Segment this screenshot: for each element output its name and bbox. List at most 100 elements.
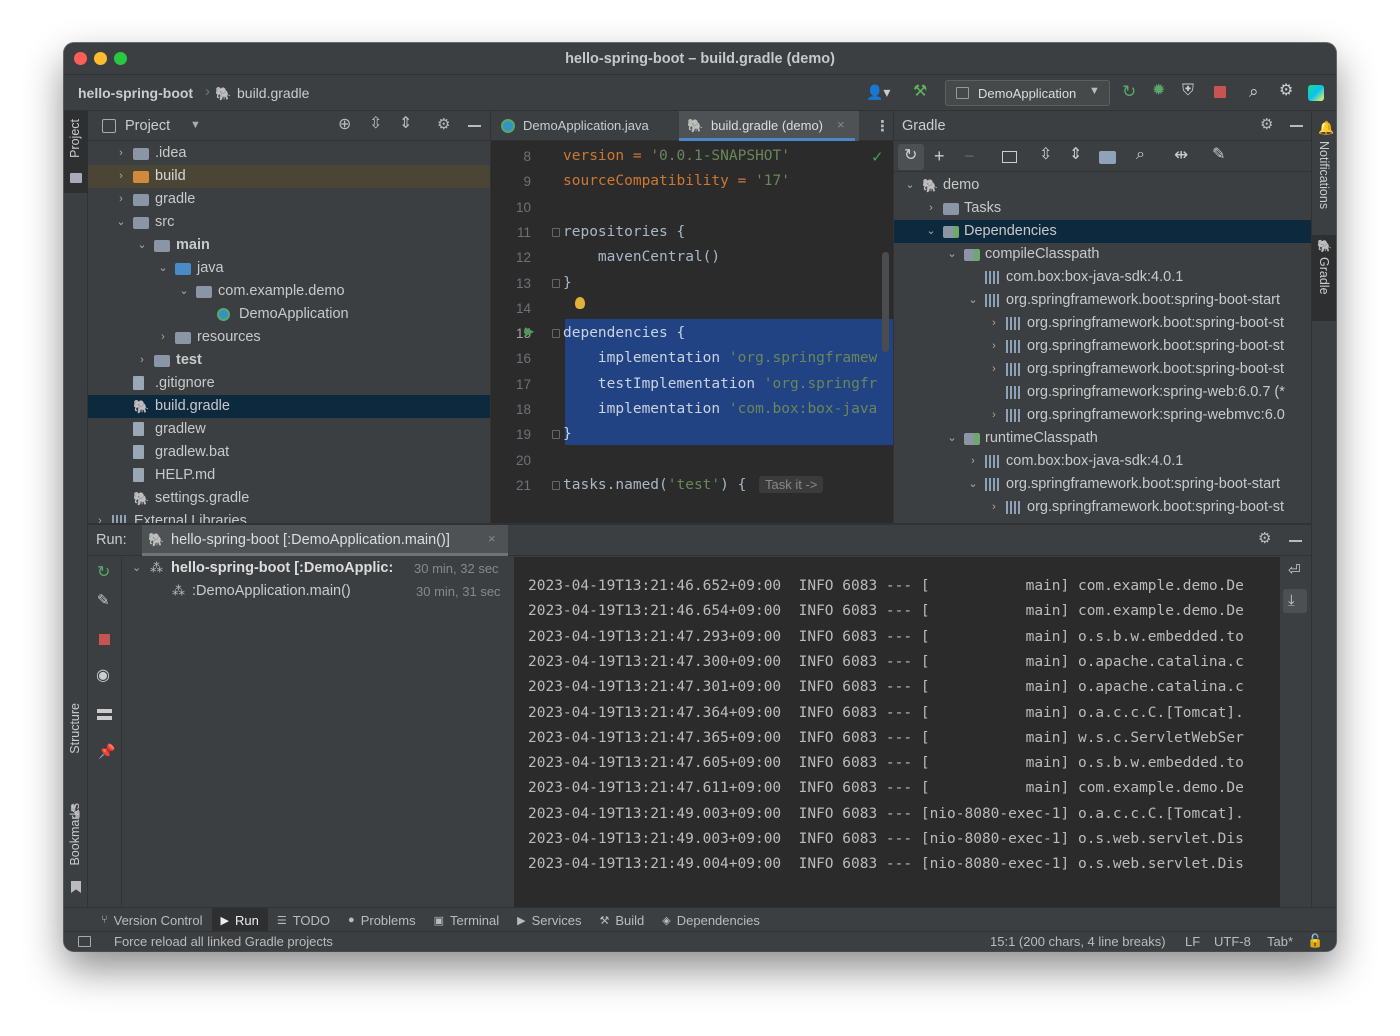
collapse-all-icon[interactable]: ⇕ xyxy=(399,116,412,132)
project-tree-item[interactable]: › External Libraries xyxy=(88,510,490,523)
pane-settings-gear-icon[interactable]: ⚙ xyxy=(1260,117,1273,132)
project-tree-item[interactable]: ⌄ src xyxy=(88,211,490,234)
fold-marker-icon[interactable] xyxy=(552,278,560,288)
chevron-right-icon[interactable]: › xyxy=(988,312,1000,335)
stripe-gradle-button[interactable]: 🐘 Gradle xyxy=(1312,235,1336,321)
tool-tab-services[interactable]: ▶ Services xyxy=(508,908,590,932)
chevron-down-icon[interactable]: ⌄ xyxy=(904,174,916,197)
stop-icon[interactable] xyxy=(99,634,110,645)
expand-all-icon[interactable]: ⇳ xyxy=(1039,147,1052,163)
execute-task-icon[interactable] xyxy=(1002,151,1017,163)
project-tree-item[interactable]: ⌄ com.example.demo xyxy=(88,280,490,303)
chevron-down-icon[interactable]: ⌄ xyxy=(967,289,979,312)
chevron-down-icon[interactable]: ⌄ xyxy=(178,280,190,303)
toggle-offline-icon[interactable]: ⇹ xyxy=(1174,146,1188,163)
expand-all-icon[interactable]: ⇳ xyxy=(369,116,382,132)
gradle-tree-item[interactable]: › com.box:box-java-sdk:4.0.1 xyxy=(894,450,1311,473)
chevron-down-icon[interactable]: ⌄ xyxy=(967,473,979,496)
rerun-icon[interactable]: ↻ xyxy=(1122,83,1136,100)
chevron-right-icon[interactable]: › xyxy=(115,165,127,188)
gradle-tree-item[interactable]: ⌄ org.springframework.boot:spring-boot-st… xyxy=(894,289,1311,312)
notifications-bell-icon[interactable]: 🔔 xyxy=(1318,121,1334,134)
inspection-ok-icon[interactable]: ✓ xyxy=(871,148,884,166)
soft-wrap-icon[interactable]: ⏎ xyxy=(1288,563,1301,578)
fold-marker-icon[interactable] xyxy=(552,329,560,339)
breadcrumb-file[interactable]: build.gradle xyxy=(237,85,309,101)
tool-tab-dependencies[interactable]: ◈ Dependencies xyxy=(653,908,769,932)
layout-icon[interactable] xyxy=(97,709,112,720)
project-pane-title[interactable]: Project xyxy=(125,118,170,134)
tool-tab-problems[interactable]: ● Problems xyxy=(339,908,425,932)
project-tree-item[interactable]: › test xyxy=(88,349,490,372)
chevron-right-icon[interactable]: › xyxy=(967,450,979,473)
stripe-notifications-button[interactable]: Notifications xyxy=(1317,141,1331,209)
toggle-tool-windows-icon[interactable] xyxy=(78,936,91,947)
user-icon[interactable]: 👤▾ xyxy=(866,85,890,99)
breadcrumb-project[interactable]: hello-spring-boot xyxy=(78,85,193,101)
code-view[interactable]: 8 version = '0.0.1-SNAPSHOT' 9 sourceCompat… xyxy=(491,142,893,523)
fold-marker-icon[interactable] xyxy=(552,480,560,490)
tab-build-gradle[interactable]: 🐘 build.gradle (demo) × xyxy=(679,111,859,141)
stripe-bookmarks-button[interactable]: Bookmarks xyxy=(68,803,82,866)
reload-icon[interactable]: ↻ xyxy=(904,148,917,164)
locate-target-icon[interactable]: ⊕ xyxy=(338,117,351,133)
stripe-structure-button[interactable]: Structure xyxy=(68,703,82,754)
analyze-icon[interactable]: ⌕ xyxy=(1136,147,1145,163)
fold-marker-icon[interactable] xyxy=(552,430,560,440)
chevron-right-icon[interactable]: › xyxy=(988,335,1000,358)
gradle-tree-item[interactable]: › org.springframework.boot:spring-boot-st xyxy=(894,335,1311,358)
project-tree-item[interactable]: › build xyxy=(88,165,490,188)
unlocked-icon[interactable]: 🔓 xyxy=(1307,934,1323,947)
run-tree-child[interactable]: ⁂ :DemoApplication.main() 30 min, 31 sec xyxy=(122,580,514,603)
chevron-down-icon[interactable]: ⌄ xyxy=(946,243,958,266)
chevron-right-icon[interactable]: › xyxy=(925,197,937,220)
gradle-settings-wrench-icon[interactable]: ✎ xyxy=(1212,147,1225,163)
project-tree-item[interactable]: › resources xyxy=(88,326,490,349)
chevron-right-icon[interactable]: › xyxy=(988,358,1000,381)
gradle-tree-item[interactable]: ⌄ compileClasspath xyxy=(894,243,1311,266)
chevron-right-icon[interactable]: › xyxy=(94,510,106,523)
close-tab-icon[interactable]: × xyxy=(837,117,845,132)
tool-tab-terminal[interactable]: ▣ Terminal xyxy=(425,908,509,932)
add-icon[interactable]: + xyxy=(934,147,945,165)
run-gutter-icon[interactable]: ▶ xyxy=(525,324,534,338)
gradle-tree-item[interactable]: ⌄ 🐘 demo xyxy=(894,174,1311,197)
pin-icon[interactable]: 📌 xyxy=(98,744,115,758)
gradle-tree-item[interactable]: › Tasks xyxy=(894,197,1311,220)
project-tree-item[interactable]: ⌄ main xyxy=(88,234,490,257)
chevron-down-icon[interactable]: ⌄ xyxy=(115,211,127,234)
file-encoding[interactable]: UTF-8 xyxy=(1214,934,1251,949)
pane-settings-gear-icon[interactable]: ⚙ xyxy=(1258,531,1271,546)
project-tree-item[interactable]: ⌄ java xyxy=(88,257,490,280)
project-tree-item[interactable]: › .idea xyxy=(88,142,490,165)
run-config-select[interactable]: DemoApplication ▼ xyxy=(945,80,1110,106)
tool-tab-todo[interactable]: ☰ TODO xyxy=(268,908,339,932)
close-tab-icon[interactable]: × xyxy=(488,531,496,546)
stripe-project-button[interactable]: Project xyxy=(64,111,88,193)
coverage-shield-icon[interactable]: ⛨ xyxy=(1182,83,1194,99)
project-tree-item[interactable]: 🐘 build.gradle xyxy=(88,395,490,418)
search-icon[interactable]: ⌕ xyxy=(1249,83,1259,100)
collapse-all-icon[interactable]: ⇕ xyxy=(1069,147,1082,163)
settings-gear-icon[interactable]: ⚙ xyxy=(1279,83,1293,99)
chevron-down-icon[interactable]: ⌄ xyxy=(946,427,958,450)
gradle-tree-item[interactable]: › org.springframework:spring-webmvc:6.0 xyxy=(894,404,1311,427)
indent-setting[interactable]: Tab* xyxy=(1267,934,1293,949)
chevron-right-icon[interactable]: › xyxy=(988,496,1000,519)
fold-marker-icon[interactable] xyxy=(552,227,560,237)
wrench-icon[interactable]: ✎ xyxy=(97,593,110,608)
hide-pane-icon[interactable] xyxy=(468,125,481,127)
build-hammer-icon[interactable]: ⚒ xyxy=(913,84,927,100)
run-tree-root[interactable]: ⌄ ⁂ hello-spring-boot [:DemoApplic: 30 m… xyxy=(122,557,514,580)
tool-tab-version-control[interactable]: ⑂ Version Control xyxy=(92,908,212,932)
gradle-tree-item[interactable]: › org.springframework.boot:spring-boot-st xyxy=(894,496,1311,519)
lightbulb-icon[interactable] xyxy=(575,297,585,309)
chevron-down-icon[interactable]: ⌄ xyxy=(157,257,169,280)
project-tree-item[interactable]: gradlew xyxy=(88,418,490,441)
gradle-tree-item[interactable]: ⌄ runtimeClasspath xyxy=(894,427,1311,450)
chevron-right-icon[interactable]: › xyxy=(988,404,1000,427)
line-separator[interactable]: LF xyxy=(1185,934,1200,949)
gradle-tree-item[interactable]: ⌄ Dependencies xyxy=(894,220,1311,243)
tool-tab-run[interactable]: ▶ Run xyxy=(211,908,268,932)
hide-pane-icon[interactable] xyxy=(1289,540,1302,542)
